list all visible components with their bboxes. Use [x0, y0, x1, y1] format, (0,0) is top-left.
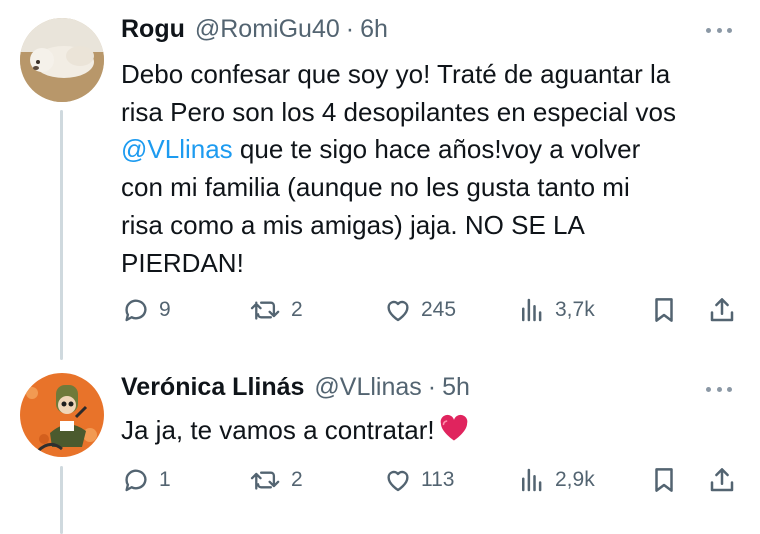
like-button[interactable]: 245	[383, 292, 456, 328]
bookmark-button[interactable]	[649, 462, 679, 498]
text-line: risa Pero son los 4 desopilantes en espe…	[121, 96, 676, 127]
views-icon	[522, 468, 542, 492]
display-name[interactable]: Rogu	[121, 15, 185, 44]
views-button[interactable]: 2,9k	[517, 462, 595, 498]
separator: ·	[427, 372, 437, 401]
share-icon	[710, 298, 734, 322]
heart-emoji-icon	[440, 414, 467, 441]
repost-icon	[250, 301, 280, 320]
reply-button[interactable]: 9	[121, 292, 171, 328]
like-count: 113	[421, 468, 455, 491]
like-count: 245	[421, 298, 457, 321]
text-line: Debo confesar que soy yo! Traté de aguan…	[121, 59, 671, 89]
repost-count: 2	[291, 468, 303, 491]
text-line: risa como a mis amigas) jaja. NO SE LA	[121, 209, 585, 240]
timestamp[interactable]: 5h	[442, 373, 470, 402]
views-icon	[522, 298, 542, 322]
reply-icon	[125, 299, 147, 322]
action-bar: 9 2 245 3,7k	[121, 292, 741, 328]
like-icon	[387, 300, 409, 322]
user-handle[interactable]: @RomiGu40	[195, 15, 340, 44]
tweet-header: Verónica Llinás @VLlinas · 5h	[121, 371, 470, 403]
text-line: PIERDAN!	[121, 247, 244, 278]
views-button[interactable]: 3,7k	[517, 292, 595, 328]
user-handle[interactable]: @VLlinas	[314, 373, 421, 402]
like-icon	[387, 470, 409, 492]
repost-button[interactable]: 2	[249, 292, 303, 328]
mention-link[interactable]: @VLlinas	[121, 134, 233, 164]
repost-button[interactable]: 2	[249, 462, 303, 498]
separator: ·	[345, 14, 355, 43]
repost-icon	[250, 471, 280, 490]
tweet-text: Ja ja, te vamos a contratar!	[121, 412, 741, 450]
text-line: Ja ja, te vamos a contratar!	[121, 415, 435, 445]
tweet-text: Debo confesar que soy yo! Traté de aguan…	[121, 56, 741, 282]
tweet-reply[interactable]: Verónica Llinás @VLlinas · 5h Ja ja, te …	[0, 362, 760, 534]
display-name[interactable]: Verónica Llinás	[121, 373, 304, 402]
share-icon	[710, 468, 734, 492]
bookmark-icon	[655, 298, 673, 322]
share-button[interactable]	[707, 292, 737, 328]
share-button[interactable]	[707, 462, 737, 498]
text-line: con mi familia (aunque no les gusta tant…	[121, 172, 630, 203]
tweet-header: Rogu @RomiGu40 · 6h	[121, 13, 388, 45]
repost-count: 2	[291, 298, 303, 321]
timestamp[interactable]: 6h	[360, 15, 388, 44]
text-fragment: que te sigo hace años!voy a volver	[239, 134, 641, 165]
action-bar: 1 2 113 2,9k	[121, 462, 741, 498]
thread-line	[60, 110, 63, 360]
more-icon[interactable]	[706, 379, 732, 399]
reply-count: 1	[159, 468, 171, 491]
bookmark-icon	[655, 468, 673, 492]
avatar[interactable]	[20, 373, 104, 457]
reply-button[interactable]: 1	[121, 462, 171, 498]
views-count: 2,9k	[555, 468, 595, 491]
like-button[interactable]: 113	[383, 462, 454, 498]
more-icon[interactable]	[706, 20, 732, 40]
tweet-reply[interactable]: Rogu @RomiGu40 · 6h Debo confesar que so…	[0, 0, 760, 360]
reply-icon	[125, 469, 147, 492]
dog-avatar-image	[20, 18, 104, 102]
thread-line	[60, 466, 63, 534]
avatar[interactable]	[20, 18, 104, 102]
reply-count: 9	[159, 298, 171, 321]
illustrated-avatar-image	[20, 373, 104, 457]
text-line: @VLlinas que te sigo hace años!voy a vol…	[121, 131, 741, 169]
views-count: 3,7k	[555, 298, 595, 321]
bookmark-button[interactable]	[649, 292, 679, 328]
